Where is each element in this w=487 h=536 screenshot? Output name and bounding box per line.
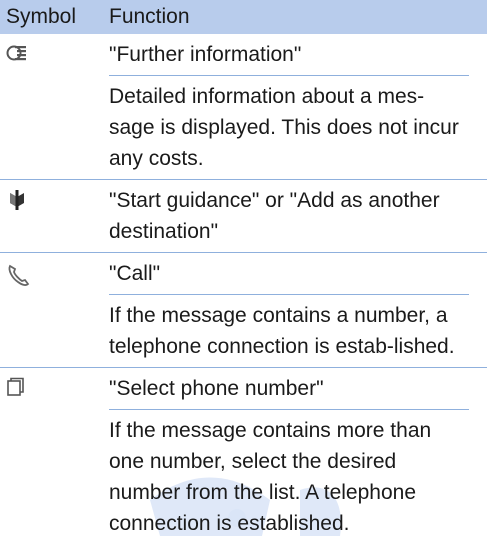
- function-title: "Further information": [109, 43, 302, 66]
- table-row: "Start guidance" or "Add as another dest…: [0, 180, 487, 253]
- table-row: "Call" If the message contains a number,…: [0, 253, 487, 368]
- destination-flag-icon: [6, 189, 109, 211]
- phone-number-select-icon: [6, 377, 109, 397]
- table-row: "Further information" Detailed informati…: [0, 34, 487, 180]
- function-description: Detailed information about a mes-sage is…: [109, 75, 469, 179]
- info-list-icon: [6, 43, 109, 63]
- function-title: "Select phone number": [109, 377, 324, 400]
- symbol-cell: [0, 34, 109, 179]
- symbol-cell: [0, 180, 109, 252]
- function-description: If the message contains a number, a tele…: [109, 294, 469, 367]
- table-row: "Select phone number" If the message con…: [0, 368, 487, 536]
- symbol-cell: [0, 253, 109, 367]
- header-symbol: Symbol: [6, 5, 77, 28]
- table-header: Symbol Function: [0, 0, 487, 34]
- phone-handset-icon: [6, 262, 109, 288]
- function-title: "Start guidance" or "Add as another dest…: [109, 189, 440, 243]
- function-description: If the message contains more than one nu…: [109, 409, 469, 536]
- function-title: "Call": [109, 262, 161, 285]
- symbol-function-table: Symbol Function "Further information" De…: [0, 0, 487, 536]
- header-function: Function: [109, 5, 190, 28]
- symbol-cell: [0, 368, 109, 536]
